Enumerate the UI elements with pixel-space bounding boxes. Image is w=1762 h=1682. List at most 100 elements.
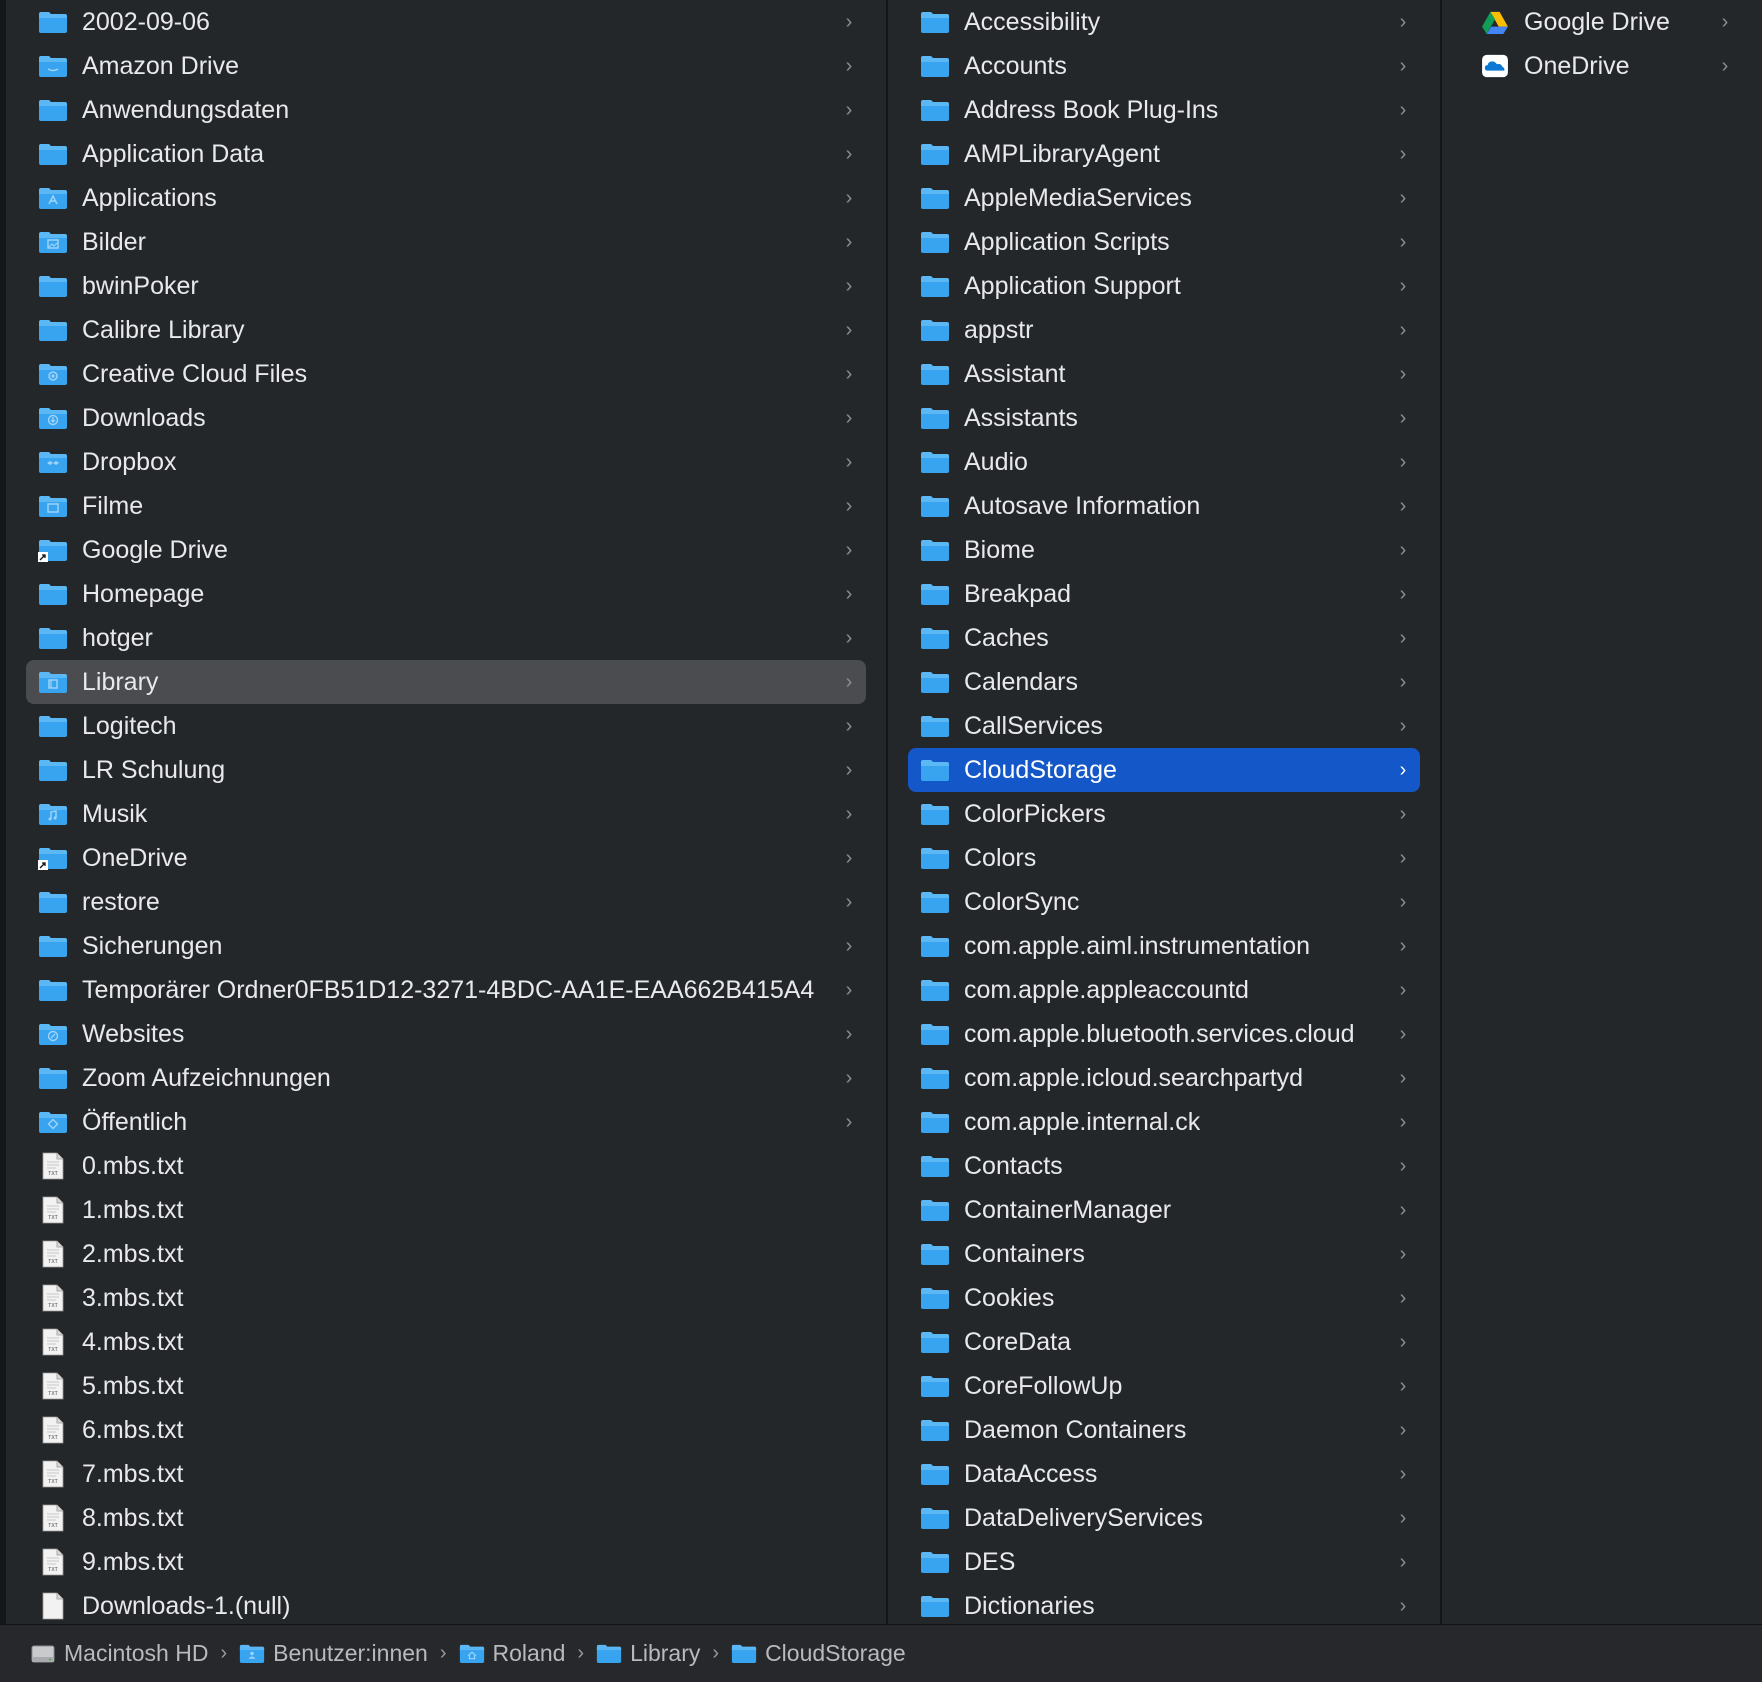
cloudstorage-item-onedrive[interactable]: OneDrive › <box>1468 44 1742 88</box>
home-item-onedrive[interactable]: OneDrive › <box>26 836 866 880</box>
home-item-restore[interactable]: restore › <box>26 880 866 924</box>
library-item-com-apple-aiml-instrumentation[interactable]: com.apple.aiml.instrumentation › <box>908 924 1420 968</box>
home-item-homepage[interactable]: Homepage › <box>26 572 866 616</box>
home-item-tempor-rer-ordner0fb51d12-3271-4bdc-aa1e-eaa662b415a4[interactable]: Temporärer Ordner0FB51D12-3271-4BDC-AA1E… <box>26 968 866 1012</box>
library-item-autosave-information[interactable]: Autosave Information › <box>908 484 1420 528</box>
library-item-assistant[interactable]: Assistant › <box>908 352 1420 396</box>
home-item-google-drive[interactable]: Google Drive › <box>26 528 866 572</box>
library-item-com-apple-appleaccountd[interactable]: com.apple.appleaccountd › <box>908 968 1420 1012</box>
home-item-ffentlich[interactable]: Öffentlich › <box>26 1100 866 1144</box>
home-item-calibre-library[interactable]: Calibre Library › <box>26 308 866 352</box>
library-item-colorsync[interactable]: ColorSync › <box>908 880 1420 924</box>
library-item-application-support[interactable]: Application Support › <box>908 264 1420 308</box>
library-item-com-apple-bluetooth-services-cloud[interactable]: com.apple.bluetooth.services.cloud › <box>908 1012 1420 1056</box>
library-item-contacts[interactable]: Contacts › <box>908 1144 1420 1188</box>
breadcrumb-cloudstorage[interactable]: CloudStorage <box>731 1640 906 1667</box>
item-label: OneDrive <box>1524 51 1630 80</box>
home-item-anwendungsdaten[interactable]: Anwendungsdaten › <box>26 88 866 132</box>
item-label: 5.mbs.txt <box>82 1371 184 1400</box>
library-item-application-scripts[interactable]: Application Scripts › <box>908 220 1420 264</box>
chevron-right-icon: › <box>1399 406 1407 429</box>
breadcrumb-label: Roland <box>492 1640 566 1666</box>
home-item-lr-schulung[interactable]: LR Schulung › <box>26 748 866 792</box>
chevron-right-icon: › <box>1399 1374 1407 1397</box>
home-item-6-mbs-txt[interactable]: TXT6.mbs.txt› <box>26 1408 866 1452</box>
folder-icon <box>920 537 950 563</box>
home-item-3-mbs-txt[interactable]: TXT3.mbs.txt› <box>26 1276 866 1320</box>
chevron-right-icon: › <box>1399 538 1407 561</box>
library-item-callservices[interactable]: CallServices › <box>908 704 1420 748</box>
library-item-amplibraryagent[interactable]: AMPLibraryAgent › <box>908 132 1420 176</box>
svg-text:TXT: TXT <box>48 1391 57 1397</box>
folder-icon <box>38 1065 68 1091</box>
library-item-dataaccess[interactable]: DataAccess › <box>908 1452 1420 1496</box>
home-item-9-mbs-txt[interactable]: TXT9.mbs.txt› <box>26 1540 866 1584</box>
library-item-daemon-containers[interactable]: Daemon Containers › <box>908 1408 1420 1452</box>
library-item-calendars[interactable]: Calendars › <box>908 660 1420 704</box>
home-item-2002-09-06[interactable]: 2002-09-06 › <box>26 0 866 44</box>
home-item-hotger[interactable]: hotger › <box>26 616 866 660</box>
home-item-filme[interactable]: Filme › <box>26 484 866 528</box>
chevron-right-icon: › <box>845 318 853 341</box>
library-item-datadeliveryservices[interactable]: DataDeliveryServices › <box>908 1496 1420 1540</box>
breadcrumb-library[interactable]: Library <box>596 1640 700 1667</box>
library-item-applemediaservices[interactable]: AppleMediaServices › <box>908 176 1420 220</box>
chevron-right-icon: › <box>1399 1022 1407 1045</box>
library-item-address-book-plug-ins[interactable]: Address Book Plug-Ins › <box>908 88 1420 132</box>
svg-text:TXT: TXT <box>48 1347 57 1353</box>
library-item-com-apple-internal-ck[interactable]: com.apple.internal.ck › <box>908 1100 1420 1144</box>
home-item-0-mbs-txt[interactable]: TXT0.mbs.txt› <box>26 1144 866 1188</box>
breadcrumb-benutzer-innen[interactable]: Benutzer:innen <box>239 1640 428 1667</box>
breadcrumb-roland[interactable]: Roland <box>459 1640 566 1667</box>
library-item-containers[interactable]: Containers › <box>908 1232 1420 1276</box>
library-item-accounts[interactable]: Accounts › <box>908 44 1420 88</box>
folder-icon <box>920 757 950 783</box>
library-item-corefollowup[interactable]: CoreFollowUp › <box>908 1364 1420 1408</box>
home-item-1-mbs-txt[interactable]: TXT1.mbs.txt› <box>26 1188 866 1232</box>
home-item-bilder[interactable]: Bilder › <box>26 220 866 264</box>
library-item-colorpickers[interactable]: ColorPickers › <box>908 792 1420 836</box>
item-label: AMPLibraryAgent <box>964 139 1160 168</box>
home-item-downloads[interactable]: Downloads › <box>26 396 866 440</box>
column-home[interactable]: 2002-09-06 › Amazon Drive › Anwendungsdaten ›… <box>0 0 888 1624</box>
home-item-5-mbs-txt[interactable]: TXT5.mbs.txt› <box>26 1364 866 1408</box>
home-item-7-mbs-txt[interactable]: TXT7.mbs.txt› <box>26 1452 866 1496</box>
library-item-audio[interactable]: Audio › <box>908 440 1420 484</box>
home-item-websites[interactable]: Websites › <box>26 1012 866 1056</box>
library-item-breakpad[interactable]: Breakpad › <box>908 572 1420 616</box>
home-item-zoom-aufzeichnungen[interactable]: Zoom Aufzeichnungen › <box>26 1056 866 1100</box>
txt-file-icon: TXT <box>38 1548 68 1576</box>
library-item-cloudstorage[interactable]: CloudStorage › <box>908 748 1420 792</box>
home-item-4-mbs-txt[interactable]: TXT4.mbs.txt› <box>26 1320 866 1364</box>
library-item-coredata[interactable]: CoreData › <box>908 1320 1420 1364</box>
library-item-dictionaries[interactable]: Dictionaries › <box>908 1584 1420 1624</box>
home-item-application-data[interactable]: Application Data › <box>26 132 866 176</box>
library-item-colors[interactable]: Colors › <box>908 836 1420 880</box>
library-item-accessibility[interactable]: Accessibility › <box>908 0 1420 44</box>
breadcrumb-macintosh-hd[interactable]: Macintosh HD <box>30 1640 208 1667</box>
home-item-dropbox[interactable]: Dropbox › <box>26 440 866 484</box>
home-item-logitech[interactable]: Logitech › <box>26 704 866 748</box>
home-item-downloads-1-null[interactable]: Downloads-1.(null)› <box>26 1584 866 1624</box>
home-item-2-mbs-txt[interactable]: TXT2.mbs.txt› <box>26 1232 866 1276</box>
home-item-bwinpoker[interactable]: bwinPoker › <box>26 264 866 308</box>
library-item-com-apple-icloud-searchpartyd[interactable]: com.apple.icloud.searchpartyd › <box>908 1056 1420 1100</box>
home-item-creative-cloud-files[interactable]: Creative Cloud Files › <box>26 352 866 396</box>
pictures-folder-icon <box>38 229 68 255</box>
home-item-applications[interactable]: Applications › <box>26 176 866 220</box>
home-item-library[interactable]: Library › <box>26 660 866 704</box>
library-item-assistants[interactable]: Assistants › <box>908 396 1420 440</box>
library-item-caches[interactable]: Caches › <box>908 616 1420 660</box>
home-item-musik[interactable]: Musik › <box>26 792 866 836</box>
home-item-8-mbs-txt[interactable]: TXT8.mbs.txt› <box>26 1496 866 1540</box>
library-item-des[interactable]: DES › <box>908 1540 1420 1584</box>
library-item-containermanager[interactable]: ContainerManager › <box>908 1188 1420 1232</box>
library-item-biome[interactable]: Biome › <box>908 528 1420 572</box>
home-item-amazon-drive[interactable]: Amazon Drive › <box>26 44 866 88</box>
home-item-sicherungen[interactable]: Sicherungen › <box>26 924 866 968</box>
cloudstorage-item-google-drive[interactable]: Google Drive › <box>1468 0 1742 44</box>
column-library[interactable]: Accessibility › Accounts › Address Book Plug… <box>888 0 1442 1624</box>
column-cloudstorage[interactable]: Google Drive › OneDrive › <box>1442 0 1762 1624</box>
library-item-cookies[interactable]: Cookies › <box>908 1276 1420 1320</box>
library-item-appstr[interactable]: appstr › <box>908 308 1420 352</box>
